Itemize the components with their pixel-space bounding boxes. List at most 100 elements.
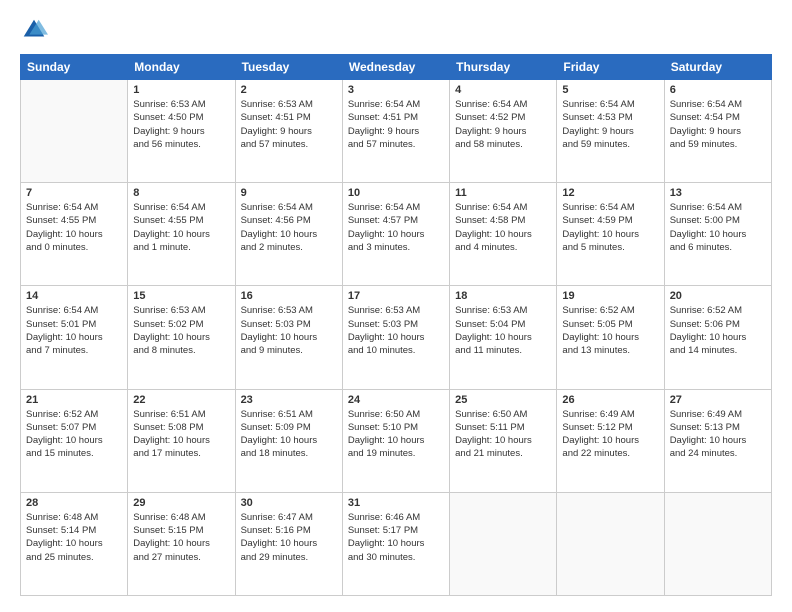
day-info: Sunrise: 6:48 AMSunset: 5:15 PMDaylight:…	[133, 511, 229, 564]
day-cell: 11 Sunrise: 6:54 AMSunset: 4:58 PMDayligh…	[450, 183, 557, 286]
day-cell: 22Sunrise: 6:51 AMSunset: 5:08 PMDayligh…	[128, 389, 235, 492]
day-info: Sunrise: 6:53 AMSunset: 5:02 PMDaylight:…	[133, 304, 229, 357]
day-info: Sunrise: 6:54 AMSunset: 4:55 PMDaylight:…	[133, 201, 229, 254]
day-number: 11	[455, 187, 551, 199]
day-info: Sunrise: 6:53 AMSunset: 4:50 PMDaylight:…	[133, 98, 229, 151]
day-info: Sunrise: 6:54 AMSunset: 4:58 PMDaylight:…	[455, 201, 551, 254]
page: SundayMondayTuesdayWednesdayThursdayFrid…	[0, 0, 792, 612]
day-number: 25	[455, 394, 551, 406]
day-number: 13	[670, 187, 766, 199]
logo	[20, 16, 52, 44]
day-number: 7	[26, 187, 122, 199]
weekday-header-saturday: Saturday	[664, 55, 771, 80]
day-cell: 21Sunrise: 6:52 AMSunset: 5:07 PMDayligh…	[21, 389, 128, 492]
day-cell: 26 Sunrise: 6:49 AMSunset: 5:12 PMDayligh…	[557, 389, 664, 492]
day-number: 8	[133, 187, 229, 199]
day-cell: 29 Sunrise: 6:48 AMSunset: 5:15 PMDayligh…	[128, 492, 235, 595]
day-number: 17	[348, 290, 444, 302]
day-cell: 23Sunrise: 6:51 AMSunset: 5:09 PMDayligh…	[235, 389, 342, 492]
week-row-4: 21Sunrise: 6:52 AMSunset: 5:07 PMDayligh…	[21, 389, 772, 492]
day-number: 9	[241, 187, 337, 199]
weekday-header-friday: Friday	[557, 55, 664, 80]
day-info: Sunrise: 6:54 AMSunset: 5:00 PMDaylight:…	[670, 201, 766, 254]
day-cell: 4Sunrise: 6:54 AMSunset: 4:52 PMDaylight…	[450, 80, 557, 183]
day-number: 19	[562, 290, 658, 302]
day-number: 14	[26, 290, 122, 302]
day-cell: 3 Sunrise: 6:54 AMSunset: 4:51 PMDaylight…	[342, 80, 449, 183]
day-cell: 14 Sunrise: 6:54 AMSunset: 5:01 PMDayligh…	[21, 286, 128, 389]
day-cell: 1Sunrise: 6:53 AMSunset: 4:50 PMDaylight…	[128, 80, 235, 183]
day-cell: 2Sunrise: 6:53 AMSunset: 4:51 PMDaylight…	[235, 80, 342, 183]
day-info: Sunrise: 6:48 AMSunset: 5:14 PMDaylight:…	[26, 511, 122, 564]
day-number: 18	[455, 290, 551, 302]
day-info: Sunrise: 6:54 AMSunset: 4:55 PMDaylight:…	[26, 201, 122, 254]
day-cell: 6 Sunrise: 6:54 AMSunset: 4:54 PMDaylight…	[664, 80, 771, 183]
day-cell: 17 Sunrise: 6:53 AMSunset: 5:03 PMDayligh…	[342, 286, 449, 389]
day-cell: 27 Sunrise: 6:49 AMSunset: 5:13 PMDayligh…	[664, 389, 771, 492]
day-cell: 7 Sunrise: 6:54 AMSunset: 4:55 PMDaylight…	[21, 183, 128, 286]
weekday-header-thursday: Thursday	[450, 55, 557, 80]
week-row-2: 7 Sunrise: 6:54 AMSunset: 4:55 PMDaylight…	[21, 183, 772, 286]
day-info: Sunrise: 6:47 AMSunset: 5:16 PMDaylight:…	[241, 511, 337, 564]
day-cell: 31 Sunrise: 6:46 AMSunset: 5:17 PMDayligh…	[342, 492, 449, 595]
day-cell: 10 Sunrise: 6:54 AMSunset: 4:57 PMDayligh…	[342, 183, 449, 286]
weekday-header-sunday: Sunday	[21, 55, 128, 80]
day-cell: 25Sunrise: 6:50 AMSunset: 5:11 PMDayligh…	[450, 389, 557, 492]
day-number: 30	[241, 497, 337, 509]
day-number: 3	[348, 84, 444, 96]
day-number: 26	[562, 394, 658, 406]
weekday-header-row: SundayMondayTuesdayWednesdayThursdayFrid…	[21, 55, 772, 80]
day-cell: 9 Sunrise: 6:54 AMSunset: 4:56 PMDaylight…	[235, 183, 342, 286]
day-number: 16	[241, 290, 337, 302]
day-cell: 19 Sunrise: 6:52 AMSunset: 5:05 PMDayligh…	[557, 286, 664, 389]
day-cell: 18 Sunrise: 6:53 AMSunset: 5:04 PMDayligh…	[450, 286, 557, 389]
day-info: Sunrise: 6:52 AMSunset: 5:06 PMDaylight:…	[670, 304, 766, 357]
day-info: Sunrise: 6:54 AMSunset: 4:52 PMDaylight:…	[455, 98, 551, 151]
day-info: Sunrise: 6:51 AMSunset: 5:09 PMDaylight:…	[241, 408, 337, 461]
day-number: 27	[670, 394, 766, 406]
day-info: Sunrise: 6:54 AMSunset: 4:57 PMDaylight:…	[348, 201, 444, 254]
day-info: Sunrise: 6:54 AMSunset: 4:51 PMDaylight:…	[348, 98, 444, 151]
day-cell: 15Sunrise: 6:53 AMSunset: 5:02 PMDayligh…	[128, 286, 235, 389]
day-info: Sunrise: 6:54 AMSunset: 4:54 PMDaylight:…	[670, 98, 766, 151]
day-cell: 13 Sunrise: 6:54 AMSunset: 5:00 PMDayligh…	[664, 183, 771, 286]
day-info: Sunrise: 6:53 AMSunset: 5:03 PMDaylight:…	[241, 304, 337, 357]
day-cell: 28 Sunrise: 6:48 AMSunset: 5:14 PMDayligh…	[21, 492, 128, 595]
day-number: 6	[670, 84, 766, 96]
day-cell	[664, 492, 771, 595]
header	[20, 16, 772, 44]
day-number: 29	[133, 497, 229, 509]
day-info: Sunrise: 6:54 AMSunset: 4:56 PMDaylight:…	[241, 201, 337, 254]
weekday-header-tuesday: Tuesday	[235, 55, 342, 80]
week-row-5: 28 Sunrise: 6:48 AMSunset: 5:14 PMDayligh…	[21, 492, 772, 595]
day-info: Sunrise: 6:54 AMSunset: 4:53 PMDaylight:…	[562, 98, 658, 151]
day-info: Sunrise: 6:53 AMSunset: 5:04 PMDaylight:…	[455, 304, 551, 357]
day-info: Sunrise: 6:54 AMSunset: 5:01 PMDaylight:…	[26, 304, 122, 357]
day-number: 10	[348, 187, 444, 199]
day-info: Sunrise: 6:51 AMSunset: 5:08 PMDaylight:…	[133, 408, 229, 461]
day-number: 2	[241, 84, 337, 96]
calendar-table: SundayMondayTuesdayWednesdayThursdayFrid…	[20, 54, 772, 596]
day-cell: 30 Sunrise: 6:47 AMSunset: 5:16 PMDayligh…	[235, 492, 342, 595]
day-info: Sunrise: 6:49 AMSunset: 5:12 PMDaylight:…	[562, 408, 658, 461]
weekday-header-monday: Monday	[128, 55, 235, 80]
weekday-header-wednesday: Wednesday	[342, 55, 449, 80]
logo-icon	[20, 16, 48, 44]
day-number: 28	[26, 497, 122, 509]
day-cell: 20Sunrise: 6:52 AMSunset: 5:06 PMDayligh…	[664, 286, 771, 389]
day-cell: 8 Sunrise: 6:54 AMSunset: 4:55 PMDaylight…	[128, 183, 235, 286]
day-number: 12	[562, 187, 658, 199]
day-info: Sunrise: 6:49 AMSunset: 5:13 PMDaylight:…	[670, 408, 766, 461]
day-cell	[21, 80, 128, 183]
day-cell: 16 Sunrise: 6:53 AMSunset: 5:03 PMDayligh…	[235, 286, 342, 389]
day-cell	[557, 492, 664, 595]
week-row-3: 14 Sunrise: 6:54 AMSunset: 5:01 PMDayligh…	[21, 286, 772, 389]
day-info: Sunrise: 6:46 AMSunset: 5:17 PMDaylight:…	[348, 511, 444, 564]
day-info: Sunrise: 6:52 AMSunset: 5:05 PMDaylight:…	[562, 304, 658, 357]
day-info: Sunrise: 6:53 AMSunset: 5:03 PMDaylight:…	[348, 304, 444, 357]
day-number: 31	[348, 497, 444, 509]
day-info: Sunrise: 6:50 AMSunset: 5:10 PMDaylight:…	[348, 408, 444, 461]
day-number: 24	[348, 394, 444, 406]
day-info: Sunrise: 6:54 AMSunset: 4:59 PMDaylight:…	[562, 201, 658, 254]
day-number: 5	[562, 84, 658, 96]
